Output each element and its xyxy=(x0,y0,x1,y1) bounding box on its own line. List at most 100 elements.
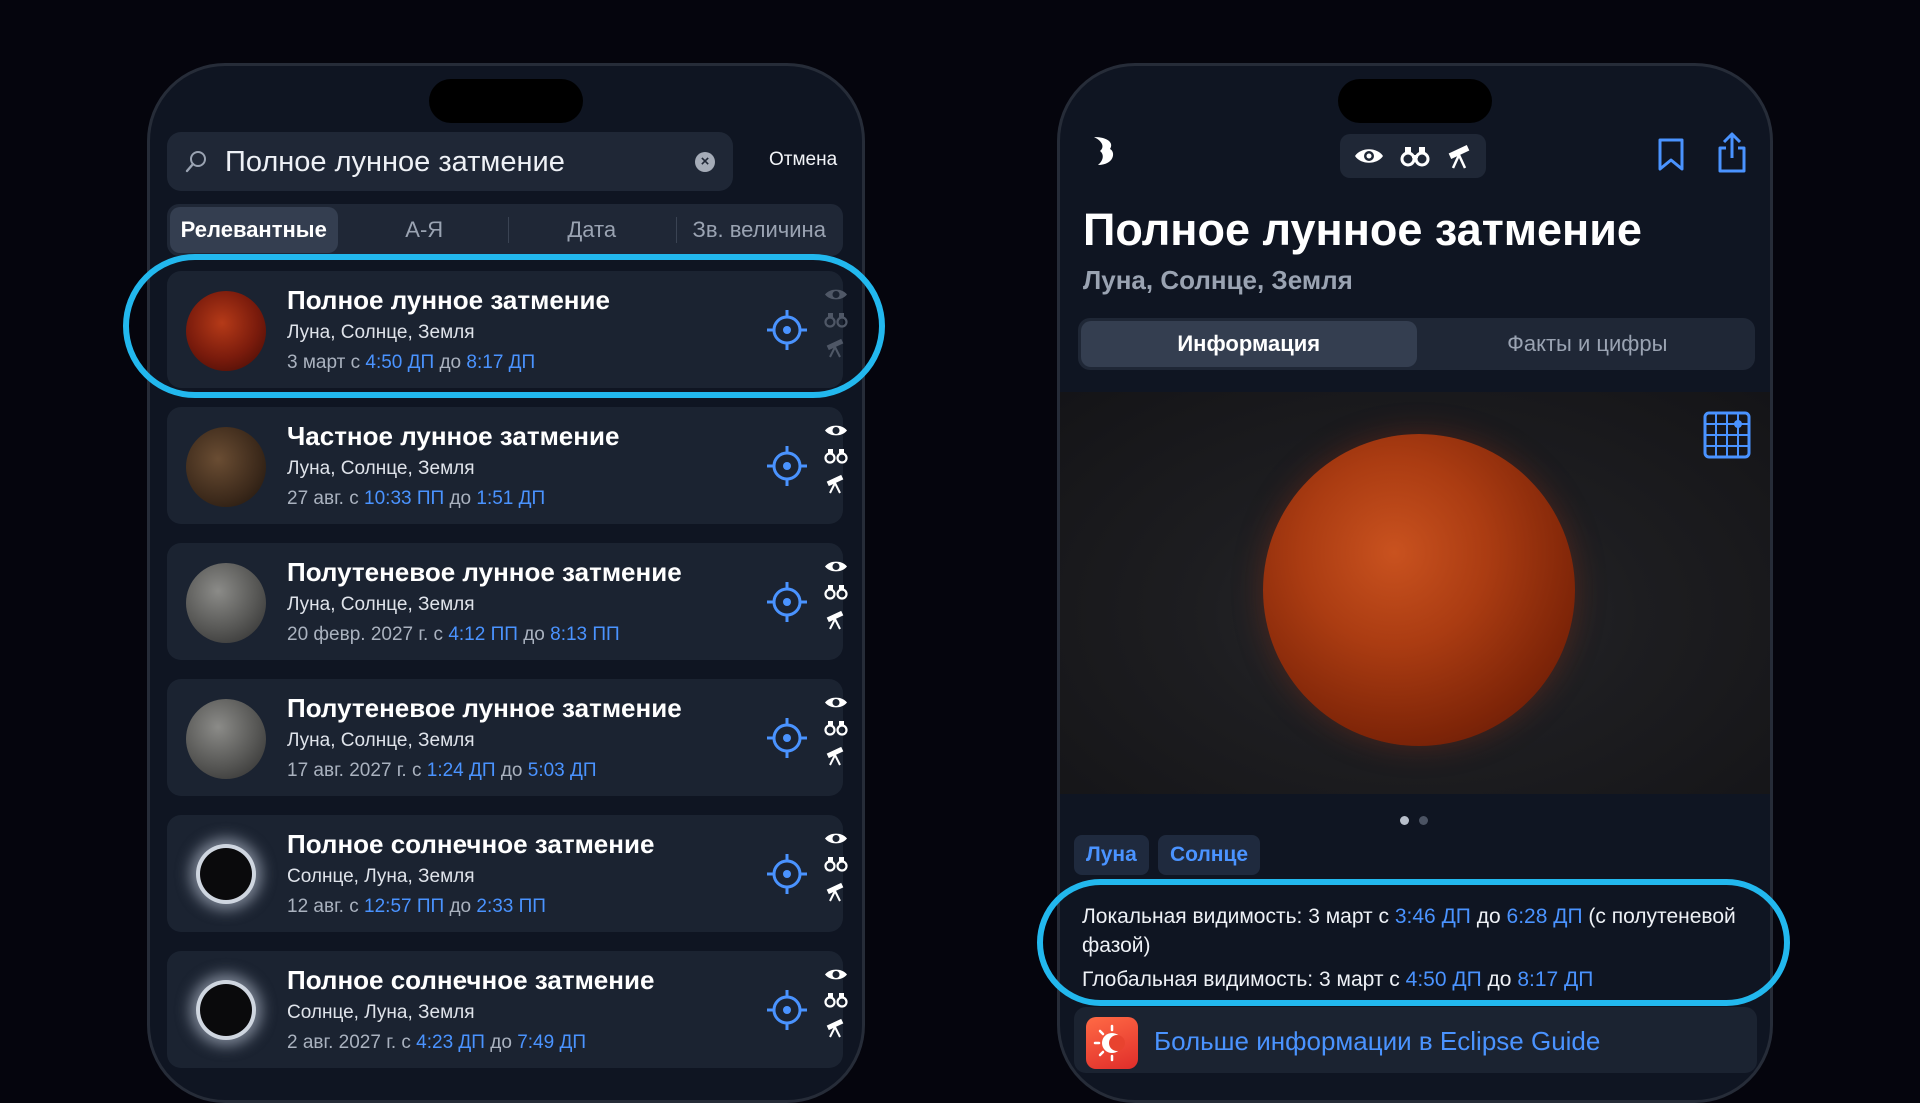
visibility-indicators xyxy=(824,831,850,919)
search-bar[interactable]: Полное лунное затмение × xyxy=(167,132,733,191)
result-bodies: Солнце, Луна, Земля xyxy=(287,1002,475,1023)
visibility-indicators xyxy=(824,559,850,647)
result-bodies: Луна, Солнце, Земля xyxy=(287,730,475,751)
result-date: 12 авг. с xyxy=(287,896,359,917)
result-date: 2 авг. 2027 г. с xyxy=(287,1032,411,1053)
result-bodies: Луна, Солнце, Земля xyxy=(287,458,475,479)
telescope-icon xyxy=(826,1018,844,1038)
sort-tab-alphabetical[interactable]: А-Я xyxy=(341,204,509,256)
binoculars-icon xyxy=(824,721,848,736)
sort-tab-date[interactable]: Дата xyxy=(508,204,676,256)
result-end-time: 2:33 ПП xyxy=(476,896,546,917)
page-dot xyxy=(1400,816,1409,825)
page-dot xyxy=(1419,816,1428,825)
tab-information[interactable]: Информация xyxy=(1081,321,1417,367)
event-thumbnail xyxy=(186,563,266,643)
result-title: Полутеневое лунное затмение xyxy=(287,693,682,723)
visibility-indicator-group xyxy=(1340,134,1486,178)
result-end-time: 1:51 ДП xyxy=(476,488,546,509)
naked-eye-icon xyxy=(1355,149,1384,163)
result-start-time: 4:12 ПП xyxy=(448,624,518,645)
result-date: 17 авг. 2027 г. с xyxy=(287,760,422,781)
result-end-time: 7:49 ДП xyxy=(517,1032,586,1053)
naked-eye-icon xyxy=(825,697,847,708)
result-start-time: 12:57 ПП xyxy=(364,896,445,917)
result-to: до xyxy=(449,488,472,509)
telescope-icon xyxy=(826,474,844,494)
highlight-ring-visibility-info xyxy=(1037,879,1790,1006)
search-icon xyxy=(185,151,206,173)
result-time-range: 20 февр. 2027 г. с 4:12 ПП до 8:13 ПП xyxy=(287,624,620,646)
result-title: Частное лунное затмение xyxy=(287,421,620,451)
sort-tab-magnitude[interactable]: Зв. величина xyxy=(675,204,844,256)
visibility-indicators xyxy=(824,967,850,1055)
binoculars-icon xyxy=(824,993,848,1008)
visibility-indicators xyxy=(824,695,850,783)
dynamic-island xyxy=(429,79,583,123)
result-title: Полное солнечное затмение xyxy=(287,965,655,995)
naked-eye-icon xyxy=(825,561,847,572)
bookmark-icon[interactable] xyxy=(1657,138,1685,172)
naked-eye-icon xyxy=(825,833,847,844)
locate-target-icon[interactable] xyxy=(766,581,808,623)
cancel-button[interactable]: Отмена xyxy=(769,149,837,171)
event-thumbnail xyxy=(186,699,266,779)
event-image-carousel[interactable] xyxy=(1060,392,1770,794)
eclipse-guide-app-icon xyxy=(1086,1017,1138,1069)
result-to: до xyxy=(449,896,472,917)
locate-target-icon[interactable] xyxy=(766,717,808,759)
binoculars-icon xyxy=(824,857,848,872)
result-to: до xyxy=(523,624,545,645)
clear-search-icon[interactable]: × xyxy=(695,152,715,172)
sky-chart-grid-icon[interactable] xyxy=(1703,411,1751,459)
binoculars-icon xyxy=(1400,147,1430,167)
app-logo-icon xyxy=(1094,137,1114,165)
tab-facts-and-figures[interactable]: Факты и цифры xyxy=(1420,318,1756,370)
result-time-range: 2 авг. 2027 г. с 4:23 ДП до 7:49 ДП xyxy=(287,1032,586,1054)
result-card[interactable]: Частное лунное затмение Луна, Солнце, Зем… xyxy=(167,407,848,524)
naked-eye-icon xyxy=(825,425,847,436)
chip-sun[interactable]: Солнце xyxy=(1158,835,1261,875)
result-to: до xyxy=(490,1032,512,1053)
visibility-indicators xyxy=(824,423,850,511)
telescope-icon xyxy=(826,882,844,902)
sort-tab-relevant[interactable]: Релевантные xyxy=(170,207,338,253)
blood-moon-image xyxy=(1263,434,1575,746)
detail-tabs: Информация Факты и цифры xyxy=(1078,318,1755,370)
sort-segmented-control: Релевантные А-Я Дата Зв. величина xyxy=(167,204,843,256)
phone-search-results: Полное лунное затмение × Отмена Релевант… xyxy=(147,63,865,1103)
result-start-time: 4:23 ДП xyxy=(416,1032,485,1053)
binoculars-icon xyxy=(824,449,848,464)
result-end-time: 5:03 ДП xyxy=(527,760,597,781)
result-card[interactable]: Полное солнечное затмение Солнце, Луна, З… xyxy=(167,951,848,1068)
locate-target-icon[interactable] xyxy=(766,989,808,1031)
result-date: 20 февр. 2027 г. с xyxy=(287,624,444,645)
share-icon[interactable] xyxy=(1716,132,1748,174)
result-start-time: 10:33 ПП xyxy=(364,488,445,509)
result-time-range: 27 авг. с 10:33 ПП до 1:51 ДП xyxy=(287,488,545,510)
result-card[interactable]: Полутеневое лунное затмение Луна, Солнце,… xyxy=(167,543,848,660)
result-date: 27 авг. с xyxy=(287,488,359,509)
result-bodies: Луна, Солнце, Земля xyxy=(287,594,475,615)
eclipse-guide-label: Больше информации в Eclipse Guide xyxy=(1154,1026,1601,1056)
result-bodies: Солнце, Луна, Земля xyxy=(287,866,475,887)
search-input[interactable]: Полное лунное затмение xyxy=(225,146,565,179)
locate-target-icon[interactable] xyxy=(766,445,808,487)
dynamic-island xyxy=(1338,79,1492,123)
carousel-page-indicator[interactable] xyxy=(1400,816,1428,825)
result-card[interactable]: Полное солнечное затмение Солнце, Луна, З… xyxy=(167,815,848,932)
binoculars-icon xyxy=(824,585,848,600)
telescope-icon xyxy=(1448,145,1469,169)
eclipse-guide-link[interactable]: Больше информации в Eclipse Guide xyxy=(1074,1007,1757,1073)
result-title: Полное солнечное затмение xyxy=(287,829,655,859)
naked-eye-icon xyxy=(825,969,847,980)
locate-target-icon[interactable] xyxy=(766,853,808,895)
chip-moon[interactable]: Луна xyxy=(1074,835,1149,875)
event-thumbnail xyxy=(200,848,252,900)
result-to: до xyxy=(500,760,523,781)
event-thumbnail xyxy=(186,427,266,507)
event-title: Полное лунное затмение xyxy=(1083,204,1642,255)
telescope-icon xyxy=(826,746,844,766)
result-time-range: 12 авг. с 12:57 ПП до 2:33 ПП xyxy=(287,896,546,918)
result-card[interactable]: Полутеневое лунное затмение Луна, Солнце,… xyxy=(167,679,848,796)
